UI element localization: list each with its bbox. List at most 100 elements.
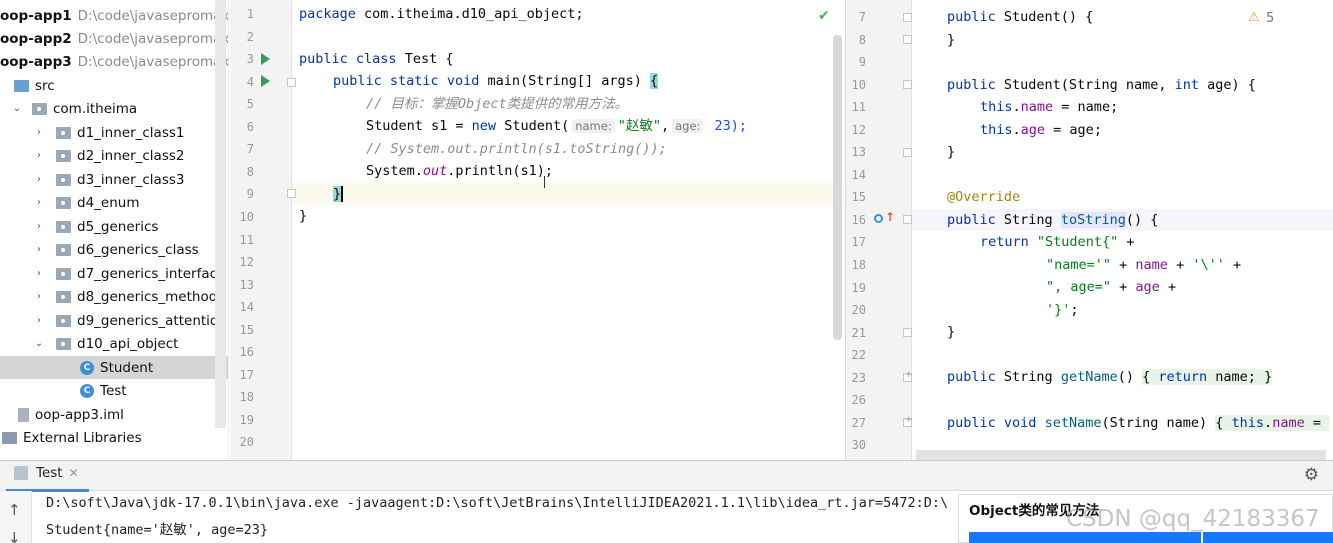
keyword: int xyxy=(1174,77,1199,93)
method-name: toString xyxy=(1060,212,1126,228)
keyword: void xyxy=(1003,415,1037,431)
chevron-down-icon[interactable]: ⌄ xyxy=(10,103,24,114)
chevron-right-icon[interactable]: › xyxy=(32,268,46,279)
tree-package-item[interactable]: › d5_generics xyxy=(0,215,228,238)
tree-module-oop-app2[interactable]: oop-app2 D:\code\javasepromax\c xyxy=(0,27,228,50)
runnable-class-icon: C xyxy=(80,383,94,398)
line-number: 7 xyxy=(246,142,254,156)
fold-icon[interactable] xyxy=(903,215,912,224)
tree-external-libraries[interactable]: External Libraries xyxy=(0,426,228,449)
code-text: Student( xyxy=(496,118,570,134)
tree-package-item[interactable]: › d8_generics_method xyxy=(0,285,228,308)
arrow-down-icon[interactable]: ↓ xyxy=(8,529,21,543)
chevron-right-icon[interactable]: › xyxy=(32,221,46,232)
line-number: 9 xyxy=(246,187,254,201)
module-path: D:\code\javasepromax\c xyxy=(77,53,229,70)
tree-package-item[interactable]: › d4_enum xyxy=(0,191,228,214)
console-output-line: Student{name='赵敏', age=23} xyxy=(46,522,269,538)
arrow-up-icon[interactable]: ↑ xyxy=(8,501,21,519)
tree-module-oop-app3[interactable]: oop-app3 D:\code\javasepromax\c xyxy=(0,50,229,73)
fold-icon[interactable] xyxy=(903,80,912,89)
tree-package-root[interactable]: ⌄ com.itheima xyxy=(0,97,228,120)
package-icon xyxy=(56,126,71,139)
line-number: 15 xyxy=(851,190,866,204)
fold-icon[interactable] xyxy=(903,148,912,157)
line-number: 7 xyxy=(858,10,866,24)
fold-icon[interactable] xyxy=(903,13,912,22)
tree-package-item[interactable]: › d9_generics_attention xyxy=(0,309,228,332)
code-text: age) { xyxy=(1198,77,1256,93)
fold-icon[interactable] xyxy=(287,189,296,198)
tree-package-item[interactable]: › d7_generics_interface xyxy=(0,262,228,285)
tree-item-label: Student xyxy=(100,359,154,376)
line-number: 5 xyxy=(246,97,254,111)
tree-item-label: d2_inner_class2 xyxy=(77,147,185,164)
warning-count[interactable]: 5 xyxy=(1266,11,1274,26)
fold-icon[interactable] xyxy=(903,35,912,44)
code-line-7: // System.out.println(s1.toString()); xyxy=(366,138,667,161)
line-number: 20 xyxy=(851,303,866,317)
tree-package-item[interactable]: › d1_inner_class1 xyxy=(0,121,228,144)
tree-package-item[interactable]: › d6_generics_class xyxy=(0,238,228,261)
module-path: D:\code\javasepromax\c xyxy=(77,7,229,24)
editor-horizontal-scrollbar[interactable] xyxy=(916,450,1326,460)
fold-icon[interactable] xyxy=(903,328,912,337)
inspection-ok-icon[interactable]: ✔ xyxy=(818,8,830,24)
tree-module-oop-app1[interactable]: oop-app1 D:\code\javasepromax\c xyxy=(0,4,229,27)
chevron-right-icon[interactable]: › xyxy=(32,127,46,138)
chevron-right-icon[interactable]: › xyxy=(32,315,46,326)
line-number: 20 xyxy=(239,435,254,449)
keyword: return xyxy=(1158,369,1208,385)
code-line-13: } xyxy=(947,141,955,164)
folded-body[interactable]: { this.name = xyxy=(1215,415,1330,431)
tree-iml-file[interactable]: oop-app3.iml xyxy=(0,403,228,426)
tree-scrollbar[interactable] xyxy=(215,0,226,428)
expand-icon[interactable] xyxy=(903,370,913,382)
chevron-right-icon[interactable]: › xyxy=(32,174,46,185)
chevron-right-icon[interactable]: › xyxy=(32,197,46,208)
close-icon[interactable]: ✕ xyxy=(69,466,79,480)
line-number: 8 xyxy=(246,165,254,179)
chevron-right-icon[interactable]: › xyxy=(32,244,46,255)
tree-package-item[interactable]: › d3_inner_class3 xyxy=(0,168,228,191)
line-number: 10 xyxy=(851,78,866,92)
run-tab-test[interactable]: Test ✕ xyxy=(14,465,79,481)
keyword: static xyxy=(389,73,439,89)
editor-test-java[interactable]: 1 2 3 4 5 6 7 8 9 10 11 12 13 14 15 16 1… xyxy=(230,0,844,460)
class-name: Test { xyxy=(396,51,454,67)
warning-icon[interactable]: ⚠ xyxy=(1248,10,1260,25)
parameter-hint: age: xyxy=(672,119,704,133)
line-number: 8 xyxy=(858,33,866,47)
run-tab-bar: Test ✕ ⚙ xyxy=(0,461,1333,492)
run-class-icon[interactable] xyxy=(261,53,270,65)
keyword: class xyxy=(355,51,397,67)
tree-class-student[interactable]: C Student xyxy=(0,356,228,379)
code-line-27: public void setName(String name) { this.… xyxy=(947,412,1330,435)
editor-scrollbar[interactable] xyxy=(833,35,842,340)
override-arrow-icon[interactable]: ↑ xyxy=(885,210,895,224)
comment: // System.out.println(s1.toString()); xyxy=(366,141,667,157)
run-main-icon[interactable] xyxy=(261,75,270,87)
expand-icon[interactable] xyxy=(903,415,913,427)
keyword: public xyxy=(947,415,996,431)
chevron-down-icon[interactable]: ⌄ xyxy=(32,338,46,349)
code-text: Student() { xyxy=(995,9,1094,25)
tab-label: Test xyxy=(36,465,63,481)
tree-package-item-expanded[interactable]: ⌄ d10_api_object xyxy=(0,332,228,355)
code-line-9: } xyxy=(333,183,344,206)
chevron-right-icon[interactable]: › xyxy=(32,291,46,302)
fold-icon[interactable] xyxy=(287,78,296,87)
annotation: @Override xyxy=(947,189,1021,205)
line-number: 26 xyxy=(851,393,866,407)
override-icon[interactable] xyxy=(874,214,883,223)
editor-student-java[interactable]: 7 8 9 10 11 12 13 14 15 16 17 18 19 20 2… xyxy=(845,0,1333,460)
tree-package-item[interactable]: › d2_inner_class2 xyxy=(0,144,228,167)
chevron-right-icon[interactable]: › xyxy=(32,150,46,161)
keyword: public xyxy=(947,212,996,228)
tree-class-test[interactable]: C Test xyxy=(0,379,228,402)
method-name: getName xyxy=(1060,369,1118,385)
tree-src-folder[interactable]: src xyxy=(0,74,228,97)
gear-icon[interactable]: ⚙ xyxy=(1304,465,1319,485)
line-number: 19 xyxy=(851,281,866,295)
folded-body[interactable]: { return name; } xyxy=(1142,369,1273,385)
